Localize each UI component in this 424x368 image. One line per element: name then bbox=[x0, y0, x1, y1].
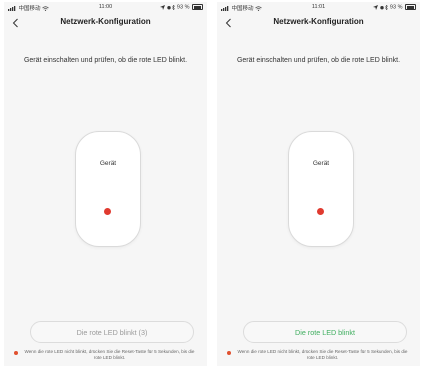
status-bar: 中国移动 11:01 93 % bbox=[217, 2, 420, 13]
page-title: Netzwerk-Konfiguration bbox=[273, 17, 364, 26]
warning-dot-icon bbox=[14, 351, 18, 355]
instruction-text: Gerät einschalten und prüfen, ob die rot… bbox=[236, 57, 401, 64]
battery-percent: 93 % bbox=[389, 4, 403, 11]
bluetooth-icon bbox=[385, 4, 389, 10]
comparison-stage: 中国移动 11:00 93 % Netzwerk-Konfiguration G… bbox=[0, 0, 424, 368]
bluetooth-icon bbox=[172, 4, 176, 10]
page-title: Netzwerk-Konfiguration bbox=[60, 17, 151, 26]
status-right: 93 % bbox=[160, 4, 203, 10]
battery-icon bbox=[192, 4, 203, 10]
device-label: Gerät bbox=[312, 160, 330, 167]
led-blinks-button[interactable]: Die rote LED blinkt (3) bbox=[30, 321, 194, 343]
nav-bar: Netzwerk-Konfiguration bbox=[217, 14, 420, 32]
led-blinks-button[interactable]: Die rote LED blinkt bbox=[243, 321, 407, 343]
status-bar: 中国移动 11:00 93 % bbox=[4, 2, 207, 13]
phone-screen-right: 中国移动 11:01 93 % Netzwerk-Konfiguration G… bbox=[217, 2, 420, 366]
nav-bar: Netzwerk-Konfiguration bbox=[4, 14, 207, 32]
red-led-indicator bbox=[104, 208, 111, 215]
warning-dot-icon bbox=[227, 351, 231, 355]
reset-hint-text: Wenn die rote LED nicht blinkt, drücken … bbox=[237, 349, 408, 360]
reset-hint-text: Wenn die rote LED nicht blinkt, drücken … bbox=[24, 349, 195, 360]
battery-icon bbox=[405, 4, 416, 10]
device-label: Gerät bbox=[99, 160, 117, 167]
battery-percent: 93 % bbox=[176, 4, 190, 11]
location-icon bbox=[160, 4, 166, 10]
device-illustration: Gerät bbox=[288, 131, 354, 247]
device-illustration: Gerät bbox=[75, 131, 141, 247]
status-right: 93 % bbox=[373, 4, 416, 10]
red-led-indicator bbox=[317, 208, 324, 215]
alarm-icon bbox=[167, 5, 171, 9]
phone-screen-left: 中国移动 11:00 93 % Netzwerk-Konfiguration G… bbox=[4, 2, 207, 366]
location-icon bbox=[373, 4, 379, 10]
alarm-icon bbox=[380, 5, 384, 9]
instruction-text: Gerät einschalten und prüfen, ob die rot… bbox=[23, 57, 188, 64]
